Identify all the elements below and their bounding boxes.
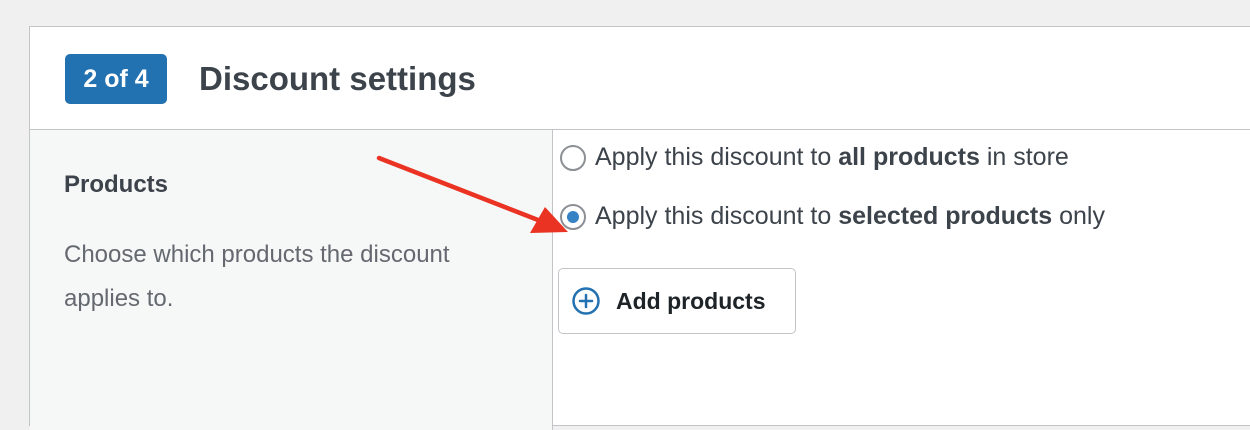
page-title: Discount settings xyxy=(199,60,476,97)
selected-products-option[interactable]: Apply this discount to selected products… xyxy=(560,202,1105,231)
section-description: Choose which products the discount appli… xyxy=(64,241,450,312)
all-products-label: Apply this discount to all products in s… xyxy=(595,143,1069,172)
section-sidebar: Products Choose which products the disco… xyxy=(30,130,553,430)
all-products-option[interactable]: Apply this discount to all products in s… xyxy=(560,143,1069,172)
option-suffix: only xyxy=(1052,202,1105,230)
option-emphasis: selected products xyxy=(838,202,1053,230)
add-products-button[interactable]: Add products xyxy=(558,268,796,334)
step-badge: 2 of 4 xyxy=(65,54,167,104)
all-products-radio[interactable] xyxy=(560,144,586,171)
option-prefix: Apply this discount to xyxy=(595,143,839,171)
plus-circle-icon xyxy=(572,287,600,315)
option-emphasis: all products xyxy=(838,143,980,171)
option-prefix: Apply this discount to xyxy=(595,202,839,230)
add-products-label: Add products xyxy=(616,287,766,314)
section-title: Products xyxy=(64,171,169,198)
selected-products-label: Apply this discount to selected products… xyxy=(595,202,1105,231)
selected-products-radio[interactable] xyxy=(560,203,586,230)
panel-header: 2 of 4 Discount settings xyxy=(30,27,1250,130)
option-suffix: in store xyxy=(979,143,1069,171)
